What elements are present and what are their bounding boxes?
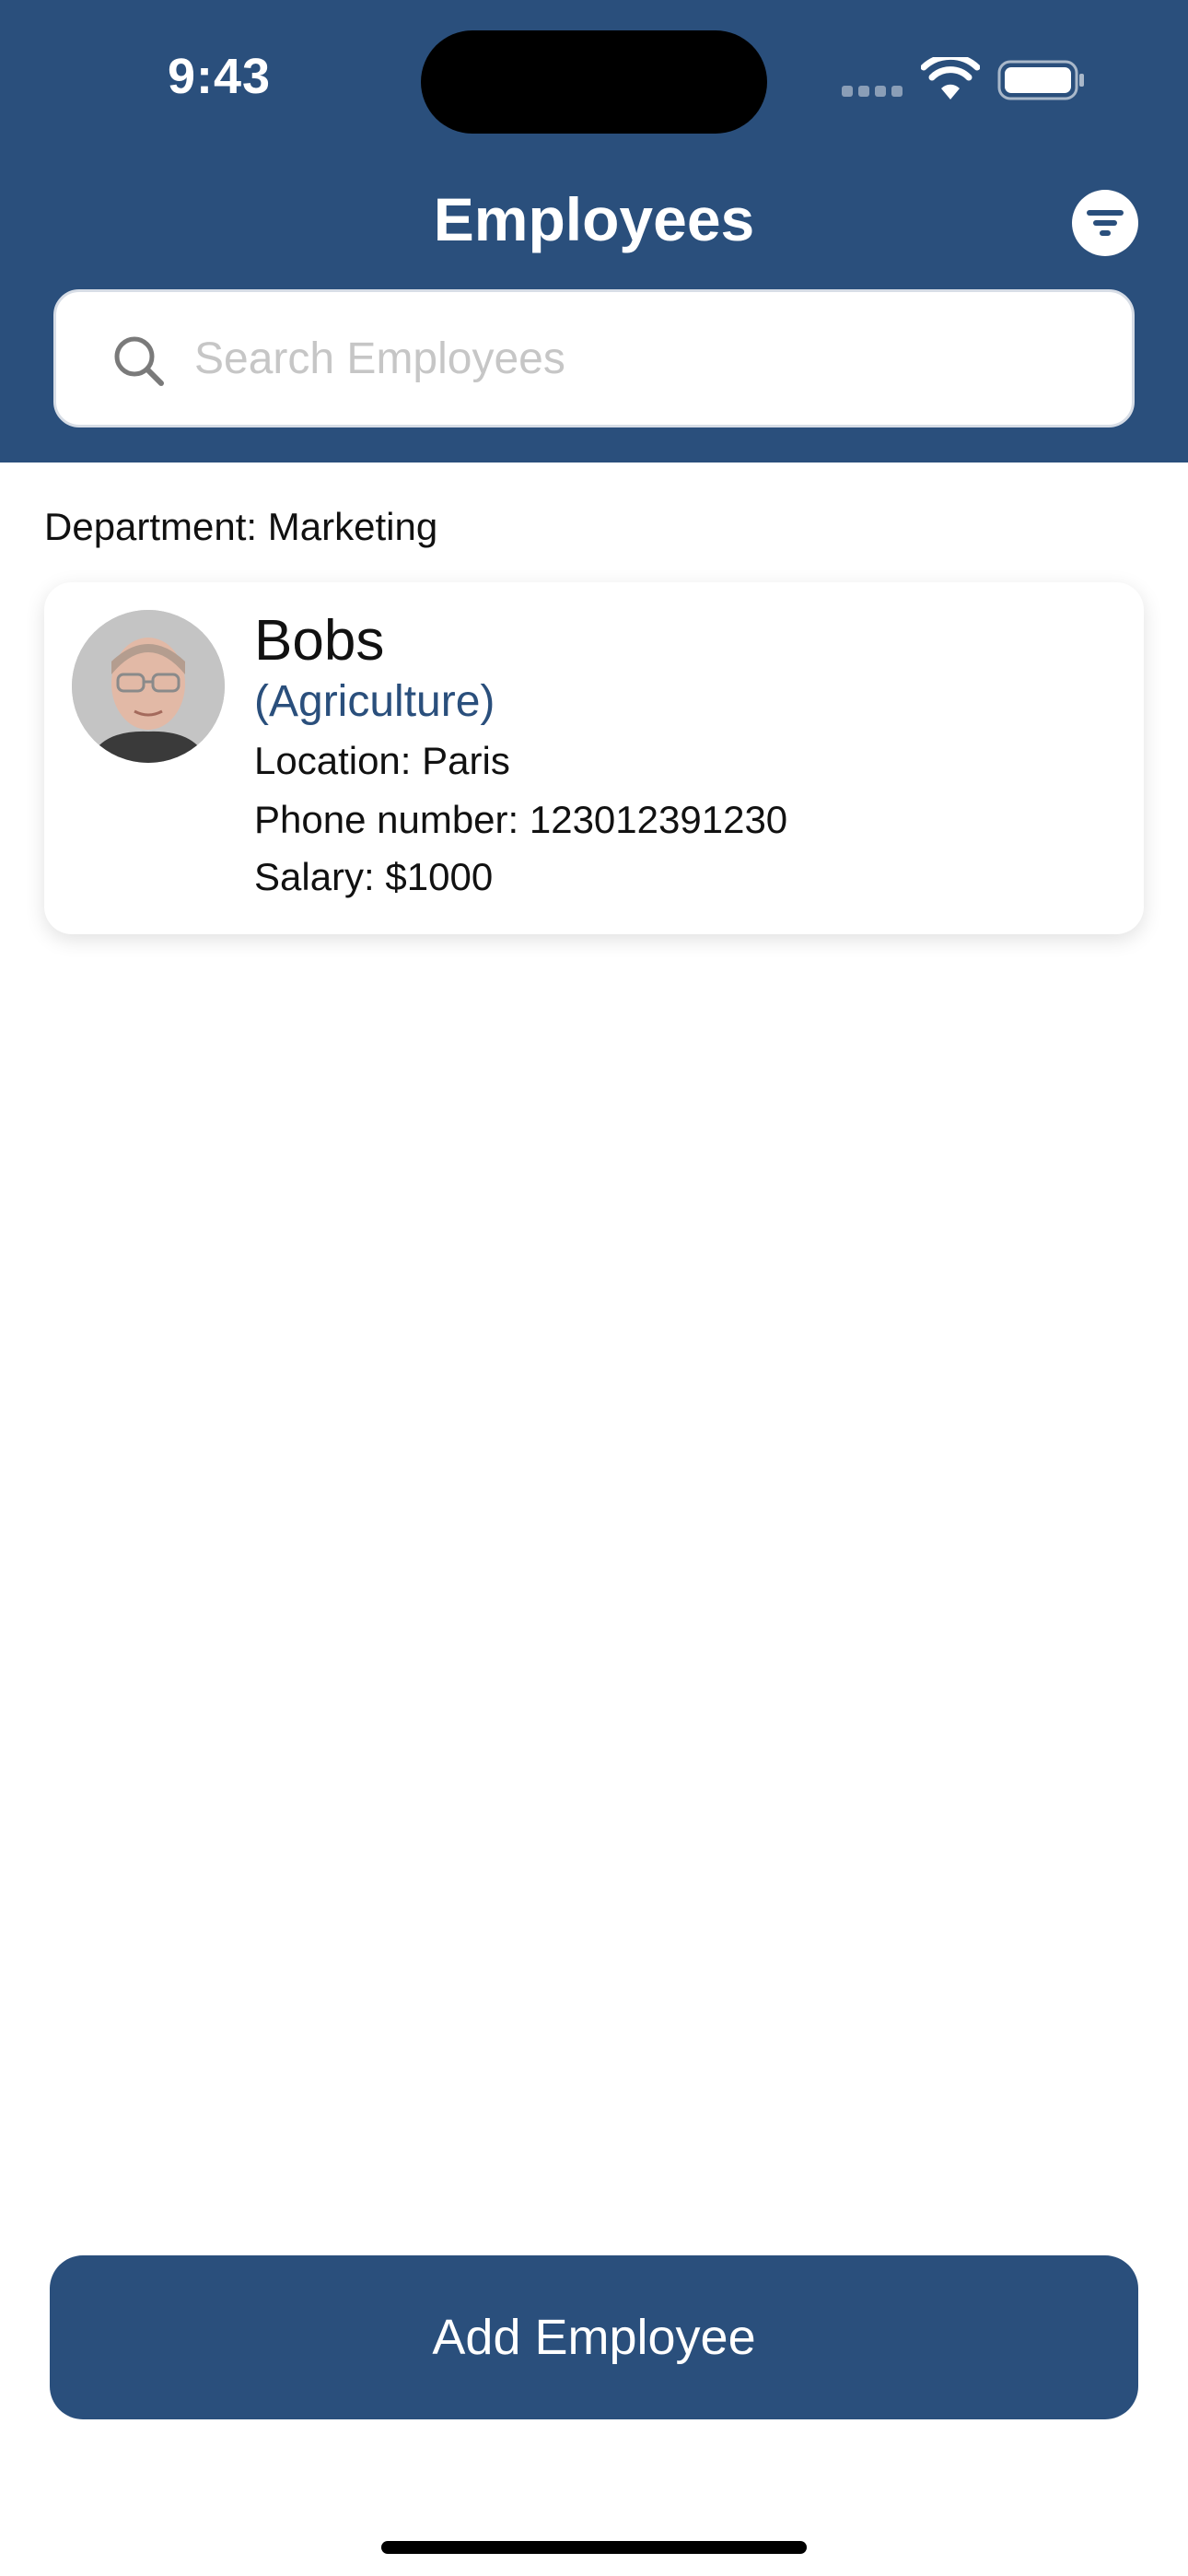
- cellular-signal-icon: [842, 86, 903, 97]
- employees-screen: 9:43 Employees Search Employees Departme…: [0, 0, 1188, 2576]
- dynamic-island: [421, 30, 767, 134]
- wifi-icon: [921, 57, 980, 100]
- filter-button[interactable]: [1072, 190, 1138, 256]
- status-time: 9:43: [168, 49, 272, 104]
- employee-salary: Salary: $1000: [254, 855, 494, 898]
- avatar: [72, 610, 225, 763]
- home-indicator[interactable]: [381, 2541, 807, 2554]
- employee-photo: [72, 610, 225, 763]
- employee-phone: Phone number: 123012391230: [254, 798, 788, 841]
- add-employee-button[interactable]: Add Employee: [50, 2255, 1138, 2419]
- header: 9:43 Employees: [0, 0, 1188, 463]
- employee-card[interactable]: Bobs (Agriculture) Location: Paris Phone…: [44, 582, 1144, 934]
- search-input[interactable]: [194, 292, 1097, 425]
- filter-icon: [1087, 210, 1124, 236]
- employee-department: (Agriculture): [254, 677, 495, 726]
- department-label: Department: Marketing: [44, 505, 438, 548]
- search-icon: [114, 336, 164, 386]
- search-bar[interactable]: [53, 289, 1135, 427]
- page-title: Employees: [433, 185, 755, 253]
- battery-icon: [997, 60, 1084, 100]
- employee-name: Bobs: [254, 609, 385, 673]
- employee-location: Location: Paris: [254, 739, 510, 782]
